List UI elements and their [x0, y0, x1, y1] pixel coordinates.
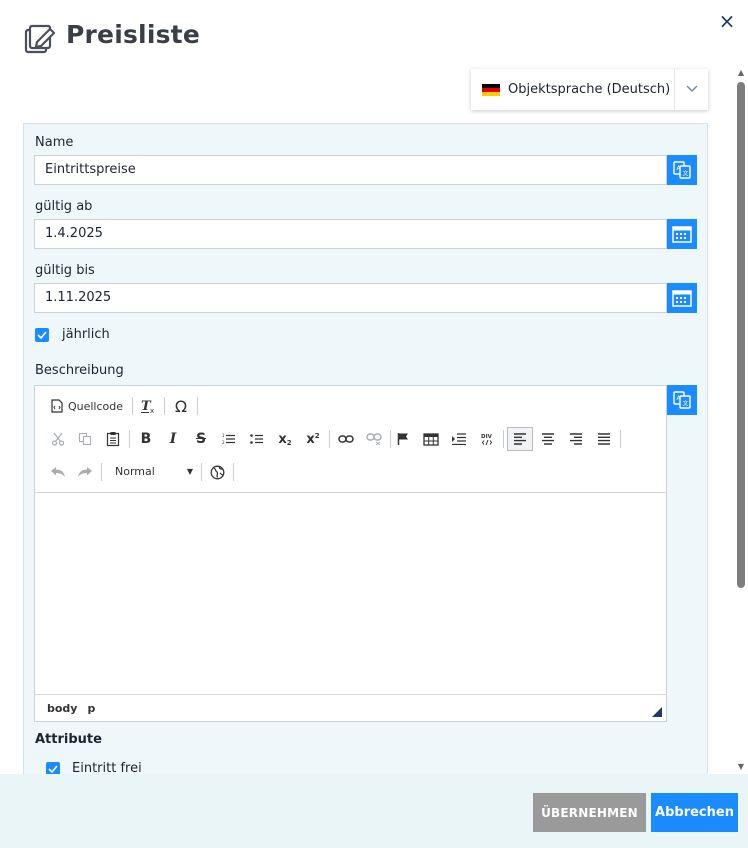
editor-content-area[interactable] — [35, 494, 666, 694]
editor-element-path: body p — [35, 694, 666, 721]
align-center-icon[interactable] — [537, 427, 559, 451]
translate-icon: A 文 — [673, 161, 691, 179]
close-icon[interactable]: × — [716, 10, 738, 32]
svg-text:1: 1 — [222, 433, 225, 438]
toolbar-separator — [197, 397, 198, 415]
numbered-list-icon[interactable]: 12 — [218, 427, 240, 451]
scroll-thumb[interactable] — [737, 82, 745, 588]
svg-text:文: 文 — [683, 170, 689, 178]
strike-icon[interactable]: S — [190, 427, 212, 451]
chevron-down-icon[interactable] — [675, 82, 708, 97]
cancel-button[interactable]: Abbrechen — [651, 793, 738, 832]
svg-text:2: 2 — [222, 440, 225, 445]
valid-to-calendar-button[interactable] — [667, 283, 697, 313]
description-translate-button[interactable]: A 文 — [667, 385, 697, 415]
dialog-title: Preisliste — [66, 20, 200, 49]
language-select[interactable]: Objektsprache (Deutsch) — [471, 69, 708, 110]
format-select-value: Normal — [115, 464, 155, 478]
checkmark-icon — [48, 765, 58, 773]
path-body[interactable]: body — [47, 702, 77, 715]
checkmark-icon — [37, 331, 47, 339]
bullet-list-icon[interactable] — [246, 427, 268, 451]
source-icon — [51, 399, 63, 413]
toolbar-separator — [390, 430, 391, 448]
description-label: Beschreibung — [35, 363, 124, 378]
yearly-label: jährlich — [62, 327, 110, 342]
svg-text:x: x — [150, 407, 154, 414]
valid-to-label: gültig bis — [35, 263, 95, 278]
edit-list-icon — [24, 24, 56, 54]
valid-from-input[interactable]: 1.4.2025 — [34, 219, 667, 249]
toolbar-separator — [503, 430, 504, 448]
svg-text:文: 文 — [683, 400, 689, 408]
language-select-value: Objektsprache (Deutsch) — [508, 82, 671, 97]
yearly-checkbox[interactable] — [35, 328, 49, 342]
apply-button[interactable]: ÜBERNEHMEN — [533, 793, 646, 832]
toolbar-separator — [620, 430, 621, 448]
superscript-icon[interactable]: x2 — [302, 427, 324, 451]
valid-to-input[interactable]: 1.11.2025 — [34, 283, 667, 313]
align-right-icon[interactable] — [565, 427, 587, 451]
caret-down-icon: ▼ — [186, 466, 193, 476]
scroll-down-icon[interactable]: ▼ — [735, 762, 747, 772]
attributes-label: Attribute — [35, 732, 102, 747]
name-label: Name — [35, 135, 74, 150]
undo-icon[interactable] — [47, 460, 69, 484]
clear-format-button[interactable]: Tx — [137, 394, 159, 418]
toolbar-separator — [101, 463, 102, 481]
redo-icon[interactable] — [74, 460, 96, 484]
form-panel: Name Eintrittspreise A 文 gültig ab 1.4.2… — [23, 123, 708, 783]
copy-icon[interactable] — [74, 427, 96, 451]
german-flag-icon — [482, 83, 500, 96]
valid-from-label: gültig ab — [35, 199, 93, 214]
svg-text:DIV: DIV — [481, 434, 493, 440]
toolbar-separator — [129, 430, 130, 448]
calendar-icon — [672, 226, 692, 243]
valid-from-calendar-button[interactable] — [667, 219, 697, 249]
align-left-icon[interactable] — [507, 427, 533, 451]
align-justify-icon[interactable] — [593, 427, 615, 451]
source-label: Quellcode — [67, 399, 124, 413]
vertical-scrollbar[interactable]: ▲ ▼ — [735, 68, 747, 774]
price-list-dialog: Preisliste × Objektsprache (Deutsch) ▲ ▼… — [0, 0, 748, 848]
calendar-icon — [672, 290, 692, 307]
rich-text-editor: Quellcode Tx Ω B I S 1 2 x 2 x 2 DIV Nor… — [34, 385, 667, 722]
special-char-icon[interactable]: Ω — [170, 394, 192, 418]
div-icon[interactable]: DIV — [476, 427, 498, 451]
link-icon[interactable] — [335, 427, 357, 451]
unlink-icon[interactable] — [363, 427, 385, 451]
scroll-up-icon[interactable]: ▲ — [735, 68, 747, 78]
subscript-icon[interactable]: x2 — [274, 427, 296, 451]
translate-icon: A 文 — [673, 391, 691, 409]
toolbar-separator — [201, 463, 202, 481]
toolbar-separator — [233, 463, 234, 481]
clear-format-icon: Tx — [141, 399, 154, 414]
source-button[interactable]: Quellcode — [47, 394, 127, 418]
bold-icon[interactable]: B — [135, 427, 157, 451]
table-icon[interactable] — [420, 427, 442, 451]
toolbar-separator — [329, 430, 330, 448]
editor-toolbar: Quellcode Tx Ω B I S 1 2 x 2 x 2 DIV Nor… — [35, 386, 666, 493]
path-p[interactable]: p — [87, 702, 95, 715]
globe-icon[interactable] — [206, 460, 228, 484]
resize-handle-icon[interactable] — [652, 707, 662, 717]
italic-icon[interactable]: I — [162, 427, 184, 451]
anchor-icon[interactable] — [392, 427, 414, 451]
name-input[interactable]: Eintrittspreise — [34, 155, 667, 185]
indent-icon[interactable] — [448, 427, 470, 451]
cut-icon[interactable] — [47, 427, 69, 451]
toolbar-separator — [132, 397, 133, 415]
format-select[interactable]: Normal ▼ — [111, 460, 197, 482]
toolbar-separator — [164, 397, 165, 415]
paste-icon[interactable] — [102, 427, 124, 451]
translate-button[interactable]: A 文 — [667, 155, 697, 185]
